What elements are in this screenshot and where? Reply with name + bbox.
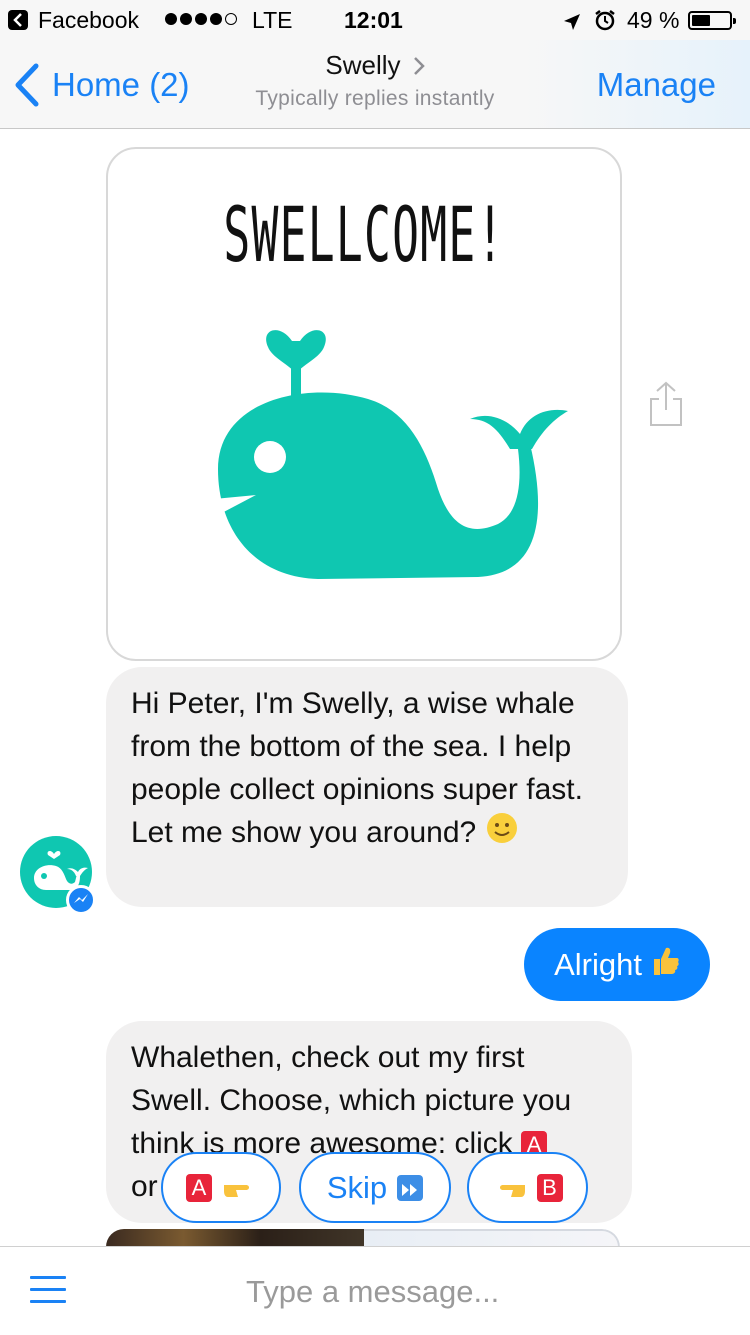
skip-label: Skip [326, 1169, 388, 1205]
status-time: 12:01 [344, 7, 403, 33]
letter-b-icon: B [536, 1173, 563, 1202]
back-button-label: Home (2) [52, 66, 190, 103]
manage-button[interactable]: Manage [597, 66, 716, 104]
welcome-image-card[interactable]: SWELLCOME! [106, 147, 622, 661]
location-icon [563, 10, 581, 37]
bot-message-text: Whalethen, check out my first Swell. Cho… [131, 1041, 572, 1160]
user-message: Alright [524, 928, 710, 1001]
status-app-name[interactable]: Facebook [38, 7, 139, 34]
smiley-emoji-icon [485, 811, 519, 857]
quick-reply-skip[interactable]: Skip [299, 1152, 451, 1223]
menu-icon[interactable] [30, 1276, 66, 1312]
bot-message-or: or [131, 1170, 158, 1203]
message-input[interactable] [244, 1269, 718, 1315]
alarm-icon [594, 9, 616, 37]
chevron-right-icon [413, 56, 425, 75]
back-to-app-icon[interactable] [8, 10, 28, 30]
battery-icon [688, 11, 736, 30]
welcome-heading: SWELLCOME! [223, 190, 505, 280]
user-message-text: Alright [554, 946, 642, 982]
back-button[interactable]: Home (2) [14, 62, 190, 108]
letter-a-icon: A [186, 1173, 212, 1202]
status-bar: Facebook LTE 12:01 49 % [0, 0, 750, 40]
thumbs-up-emoji-icon [650, 945, 680, 985]
pointing-right-icon [224, 1184, 249, 1197]
share-icon[interactable] [648, 380, 684, 433]
chevron-left-icon [15, 63, 39, 107]
network-type: LTE [252, 7, 293, 33]
conversation-header: Home (2) Swelly Typically replies instan… [0, 40, 750, 129]
messenger-badge-icon [66, 885, 96, 915]
contact-subtitle: Typically replies instantly [255, 87, 495, 110]
contact-name: Swelly [325, 50, 401, 80]
battery-percent: 49 % [627, 7, 680, 33]
quick-reply-option-a[interactable]: A [161, 1152, 281, 1223]
whale-illustration [214, 330, 568, 579]
fast-forward-icon [397, 1174, 424, 1201]
conversation-title[interactable]: Swelly Typically replies instantly [200, 50, 550, 111]
message-composer [0, 1246, 750, 1335]
signal-strength-icon [165, 13, 237, 25]
pointing-left-icon [499, 1184, 525, 1197]
quick-reply-option-b[interactable]: B [467, 1152, 588, 1223]
bot-message: Hi Peter, I'm Swelly, a wise whale from … [106, 667, 628, 907]
